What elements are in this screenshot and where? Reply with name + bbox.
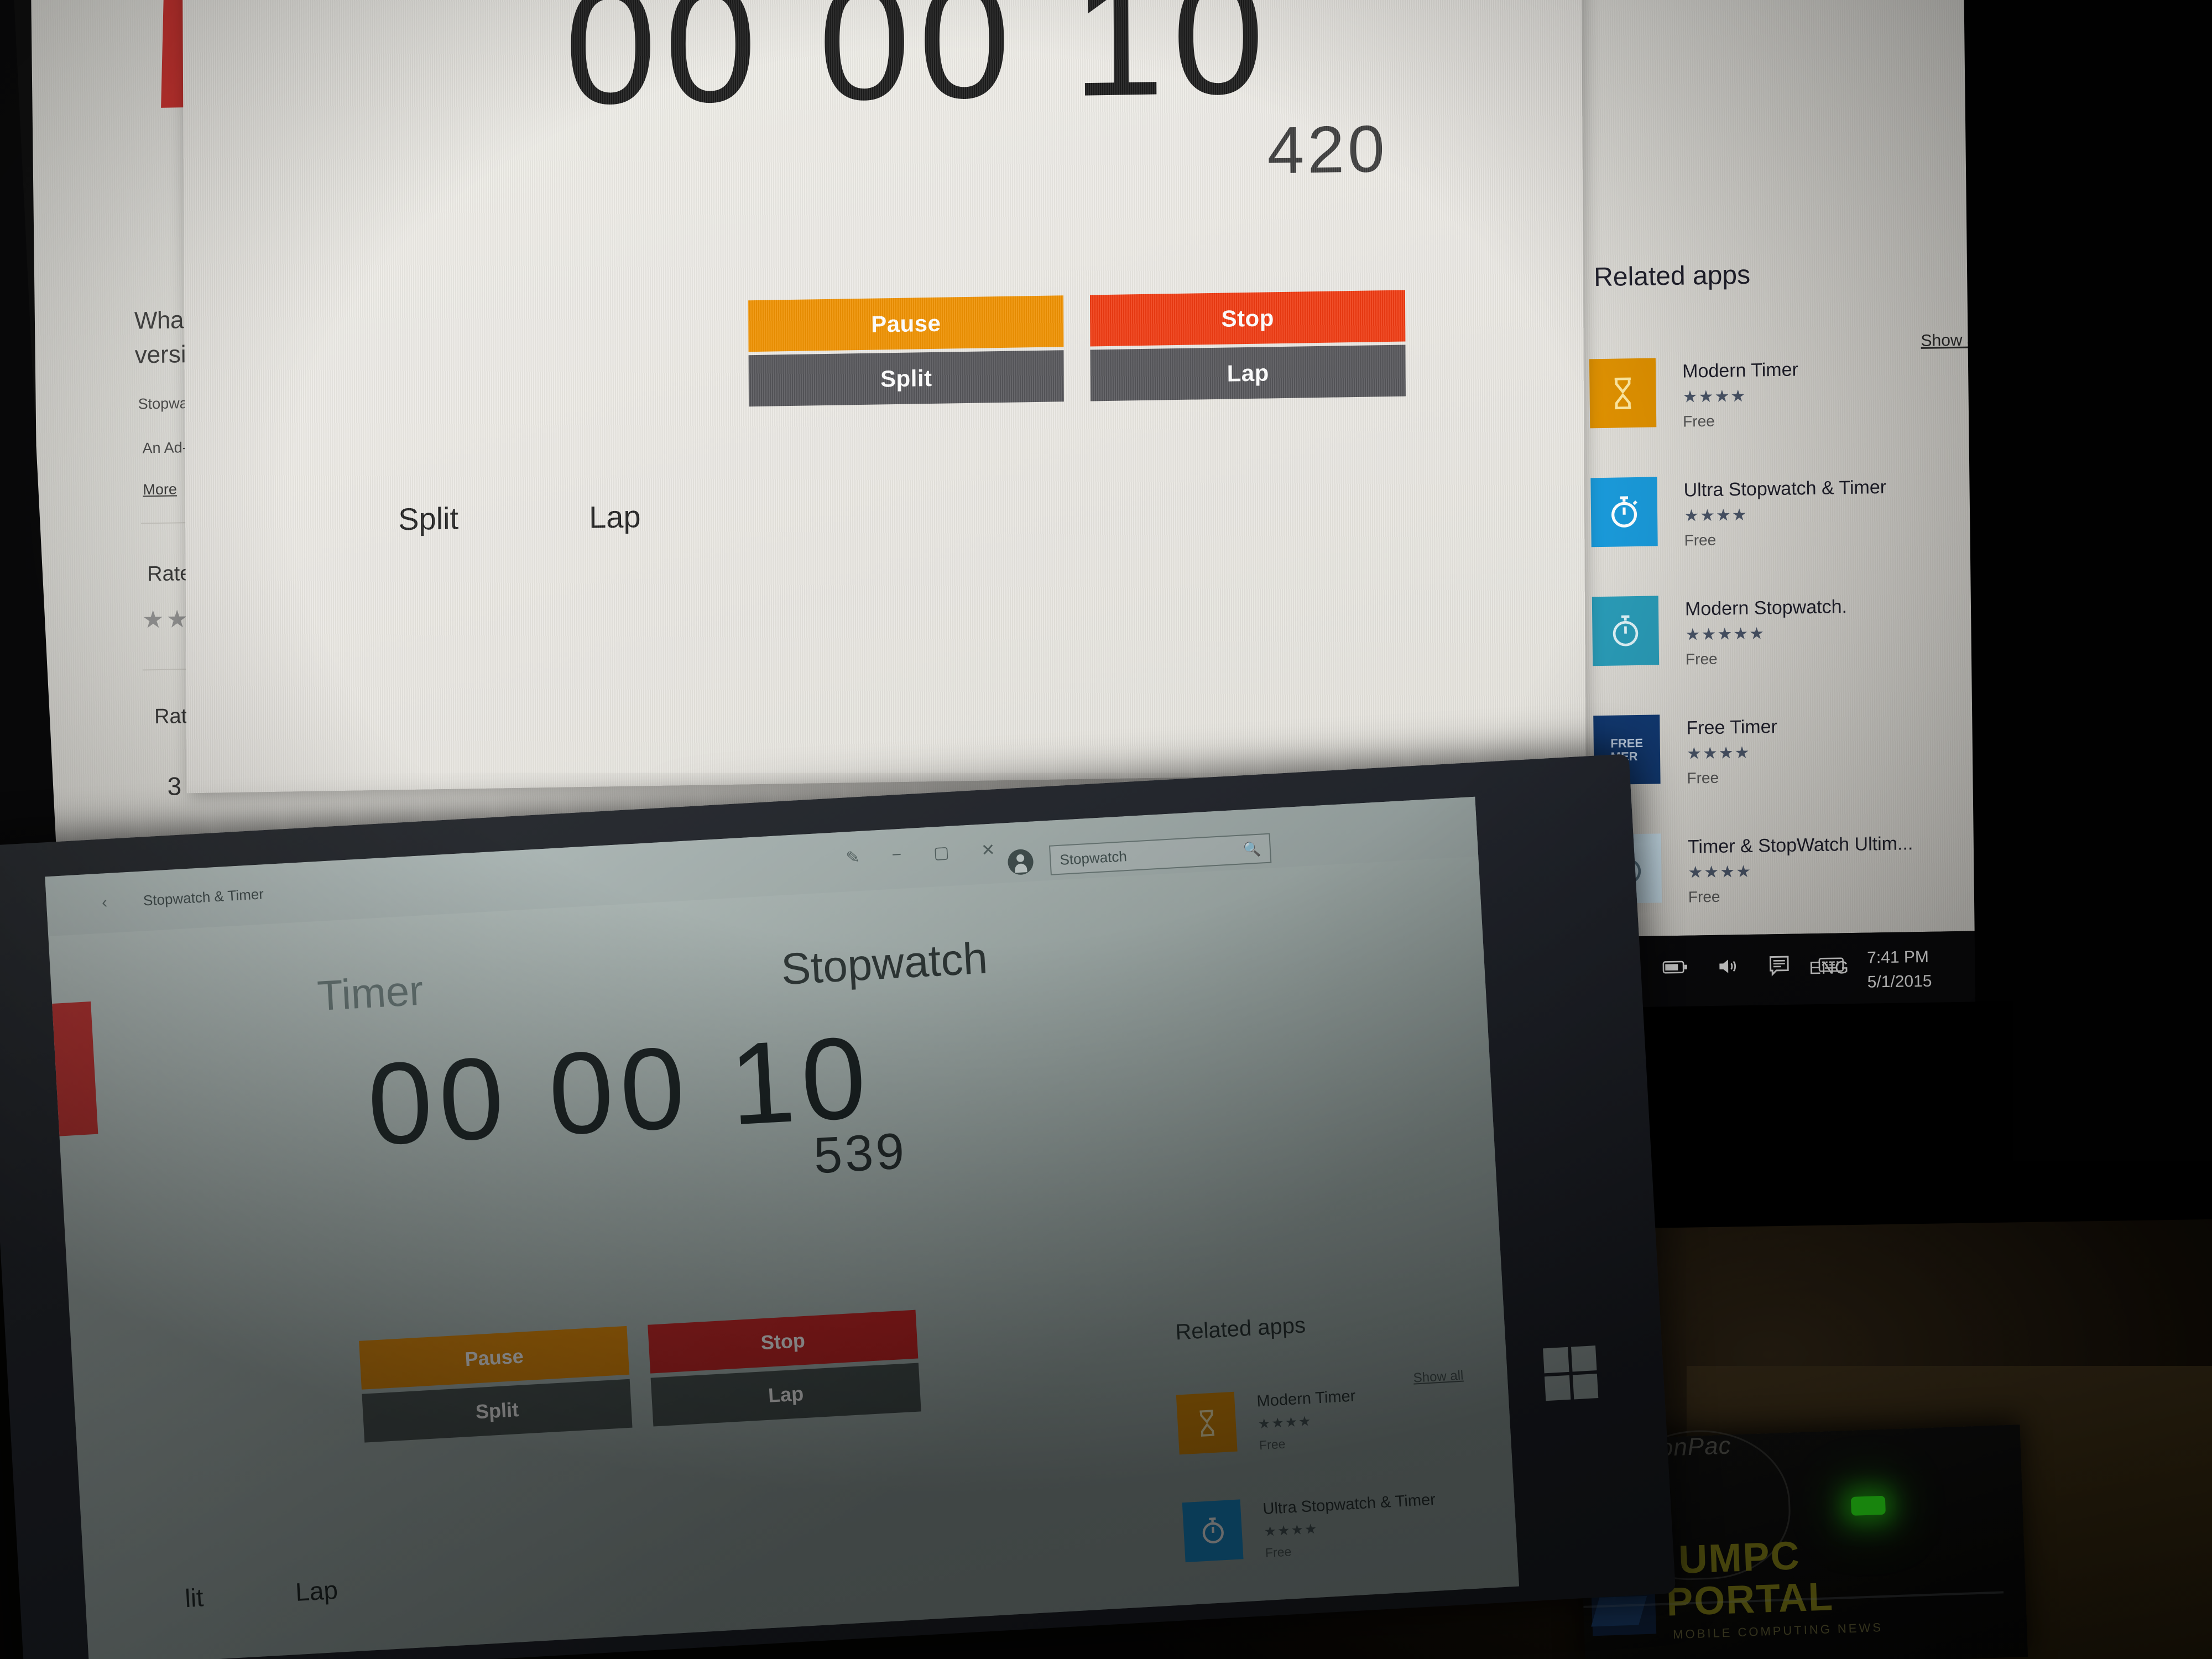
app-stars: ★★★★ bbox=[1688, 862, 1752, 882]
app-price: Free bbox=[1259, 1436, 1286, 1453]
related-apps-title: Related apps bbox=[1593, 260, 1751, 293]
column-header-split: lit bbox=[184, 1583, 205, 1613]
tablet-chassis: ‹ Stopwatch & Timer ✎ − ▢ ✕ Stopwatch 🔍 bbox=[0, 754, 1676, 1659]
tab-stopwatch[interactable]: Stopwatch bbox=[780, 932, 989, 995]
back-icon[interactable]: ‹ bbox=[101, 893, 108, 912]
column-header-lap: Lap bbox=[294, 1575, 339, 1607]
app-name: Modern Timer bbox=[1256, 1387, 1357, 1411]
stopwatch-time-display: 00 00 10 bbox=[564, 0, 1273, 139]
minimize-icon[interactable]: − bbox=[891, 846, 902, 865]
app-stars: ★★★★ bbox=[1682, 387, 1747, 406]
clock-date: 5/1/2015 bbox=[1867, 972, 1932, 992]
tab-timer[interactable]: Timer bbox=[316, 967, 425, 1021]
stopwatch-icon bbox=[1182, 1499, 1244, 1563]
maximize-icon[interactable]: ▢ bbox=[933, 843, 950, 863]
related-apps-title: Related apps bbox=[1175, 1313, 1307, 1345]
rating-count: 3 bbox=[167, 771, 182, 801]
list-item[interactable]: Ultra Stopwatch & Timer ★★★★ Free bbox=[1590, 471, 1977, 577]
app-price: Free bbox=[1685, 650, 1718, 668]
language-indicator[interactable]: ENG bbox=[1809, 957, 1849, 978]
list-item[interactable]: Modern Timer ★★★★ Free bbox=[1176, 1376, 1512, 1478]
windows-tablet: ‹ Stopwatch & Timer ✎ − ▢ ✕ Stopwatch 🔍 bbox=[0, 752, 1715, 1659]
tablet-search-area: Stopwatch 🔍 bbox=[1007, 833, 1272, 878]
tablet-app-tile-red bbox=[52, 1001, 98, 1136]
list-item[interactable]: Modern Timer ★★★★ Free bbox=[1589, 352, 1978, 458]
app-price: Free bbox=[1687, 769, 1719, 787]
app-name: Modern Stopwatch. bbox=[1684, 596, 1848, 620]
column-header-split: Split bbox=[398, 500, 459, 537]
window-controls: ✎ − ▢ ✕ bbox=[846, 840, 996, 868]
app-price: Free bbox=[1684, 531, 1717, 549]
search-value: Stopwatch bbox=[1059, 847, 1128, 868]
app-price: Free bbox=[1265, 1544, 1292, 1561]
stopwatch-controls: Pause Stop Split Lap bbox=[359, 1310, 922, 1443]
dark-background-right bbox=[2013, 0, 2212, 1161]
app-stars: ★★★★ bbox=[1264, 1521, 1319, 1540]
hourglass-icon bbox=[1176, 1391, 1238, 1455]
app-price: Free bbox=[1683, 412, 1715, 430]
split-button[interactable]: Split bbox=[362, 1379, 633, 1443]
stop-button[interactable]: Stop bbox=[1089, 290, 1406, 347]
related-apps-panel: Related apps Show all Modern Timer ★★★★ … bbox=[1588, 233, 1978, 906]
power-led-icon bbox=[1850, 1495, 1886, 1516]
split-button[interactable]: Split bbox=[748, 350, 1064, 407]
app-name: Free Timer bbox=[1686, 716, 1778, 739]
app-name: Modern Timer bbox=[1682, 359, 1799, 382]
close-icon[interactable]: ✕ bbox=[980, 840, 995, 860]
photo-scene: Wha versi Stopwa An Ad- More Rate ★★ Rat… bbox=[0, 0, 2212, 1659]
app-name: Ultra Stopwatch & Timer bbox=[1683, 476, 1887, 501]
hourglass-icon bbox=[1589, 358, 1657, 429]
search-icon[interactable]: 🔍 bbox=[1243, 840, 1261, 858]
list-item[interactable]: Modern Stopwatch. ★★★★★ Free bbox=[1592, 590, 1978, 696]
column-header-lap: Lap bbox=[588, 499, 641, 535]
stopwatch-milliseconds: 420 bbox=[1267, 111, 1389, 188]
stopwatch-app-window: Timer Stopwatch 00 00 10 420 Pause Stop … bbox=[182, 0, 1586, 794]
rate-label: Rate bbox=[147, 562, 192, 586]
tablet-screen: ‹ Stopwatch & Timer ✎ − ▢ ✕ Stopwatch 🔍 bbox=[45, 796, 1520, 1659]
lap-button[interactable]: Lap bbox=[1090, 345, 1406, 401]
stopwatch-icon bbox=[1590, 477, 1658, 547]
pause-button[interactable]: Pause bbox=[748, 295, 1064, 352]
stopwatch-time-display: 00 00 10 bbox=[364, 1011, 876, 1170]
windows-logo-button[interactable] bbox=[1543, 1345, 1599, 1401]
app-price: Free bbox=[1688, 888, 1720, 906]
rate-stars[interactable]: ★★ bbox=[142, 605, 190, 634]
app-name: Ultra Stopwatch & Timer bbox=[1262, 1490, 1436, 1519]
avatar[interactable] bbox=[1007, 848, 1034, 876]
app-stars: ★★★★ bbox=[1258, 1413, 1313, 1432]
app-stars: ★★★★ bbox=[1683, 505, 1748, 525]
more-link[interactable]: More bbox=[143, 481, 177, 498]
stopwatch-icon bbox=[1592, 596, 1660, 666]
stopwatch-controls: Pause Stop Split Lap bbox=[748, 290, 1407, 407]
app-stars: ★★★★★ bbox=[1685, 624, 1766, 644]
list-item[interactable]: Ultra Stopwatch & Timer ★★★★ Free bbox=[1182, 1484, 1518, 1585]
clock-time: 7:41 PM bbox=[1867, 947, 1929, 967]
app-stars: ★★★★ bbox=[1686, 743, 1751, 763]
search-input[interactable]: Stopwatch 🔍 bbox=[1048, 833, 1272, 875]
stopwatch-milliseconds: 539 bbox=[812, 1123, 909, 1185]
speaker-icon[interactable] bbox=[1714, 954, 1740, 981]
lap-button[interactable]: Lap bbox=[650, 1363, 921, 1427]
pen-icon[interactable]: ✎ bbox=[846, 848, 860, 868]
clock[interactable]: 7:41 PM 5/1/2015 bbox=[1867, 945, 1932, 994]
app-name: Timer & StopWatch Ultim... bbox=[1687, 833, 1913, 858]
window-title: Stopwatch & Timer bbox=[143, 885, 264, 909]
notification-icon[interactable] bbox=[1766, 954, 1792, 980]
